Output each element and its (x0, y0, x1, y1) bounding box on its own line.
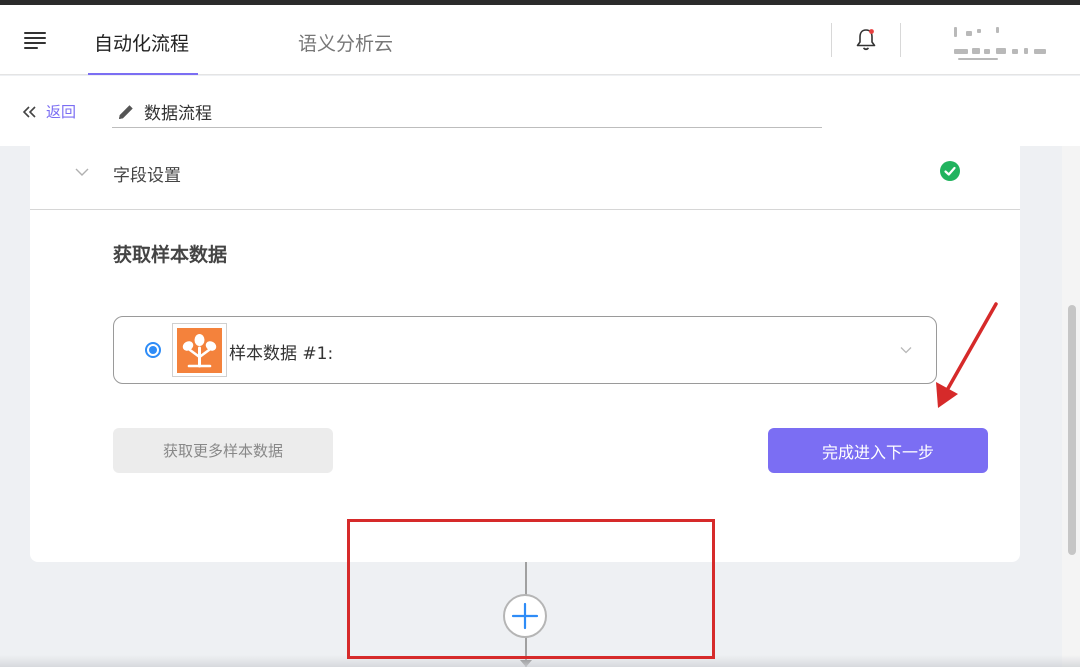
radio-selected[interactable] (145, 342, 161, 358)
chevron-down-icon (75, 168, 89, 176)
header-divider (831, 23, 832, 57)
sample-data-heading: 获取样本数据 (113, 244, 228, 266)
sample-data-select[interactable]: 样本数据 #1: (113, 316, 937, 384)
back-label: 返回 (46, 103, 77, 121)
selected-sample-label: 样本数据 #1: (229, 344, 334, 364)
pencil-icon (119, 104, 133, 119)
back-chevrons-icon (22, 105, 36, 118)
header-divider (900, 23, 901, 57)
tab-semantic-analysis-cloud[interactable]: 语义分析云 (298, 29, 393, 56)
bell-icon[interactable] (854, 27, 878, 53)
flow-name-field[interactable]: 数据流程 (112, 96, 822, 128)
chevron-down-icon (900, 347, 912, 354)
tree-app-icon (177, 328, 222, 373)
flow-subheader: 返回 数据流程 (0, 76, 1080, 146)
user-avatar-blurred[interactable] (950, 21, 1050, 63)
app-icon-frame (172, 323, 227, 377)
tab-automation-flow[interactable]: 自动化流程 (94, 29, 189, 56)
flow-name-text: 数据流程 (144, 104, 212, 124)
scrollbar-thumb[interactable] (1068, 305, 1076, 555)
menu-icon[interactable] (24, 31, 48, 49)
add-step-button[interactable] (503, 594, 547, 638)
step-card: 字段设置 获取样本数据 样本数据 #1: 获取更多样本数据 完成进入下一步 (30, 146, 1020, 562)
active-tab-indicator (88, 73, 198, 75)
plus-icon (511, 602, 539, 630)
app-header: 自动化流程 语义分析云 (0, 5, 1080, 75)
fetch-more-samples-button[interactable]: 获取更多样本数据 (113, 428, 333, 473)
field-settings-section[interactable]: 字段设置 (30, 146, 1020, 210)
section-title: 字段设置 (113, 166, 181, 186)
complete-next-step-button[interactable]: 完成进入下一步 (768, 428, 988, 473)
back-button[interactable]: 返回 (22, 101, 76, 122)
bottom-shade (0, 655, 1080, 667)
check-circle-icon (940, 161, 960, 181)
